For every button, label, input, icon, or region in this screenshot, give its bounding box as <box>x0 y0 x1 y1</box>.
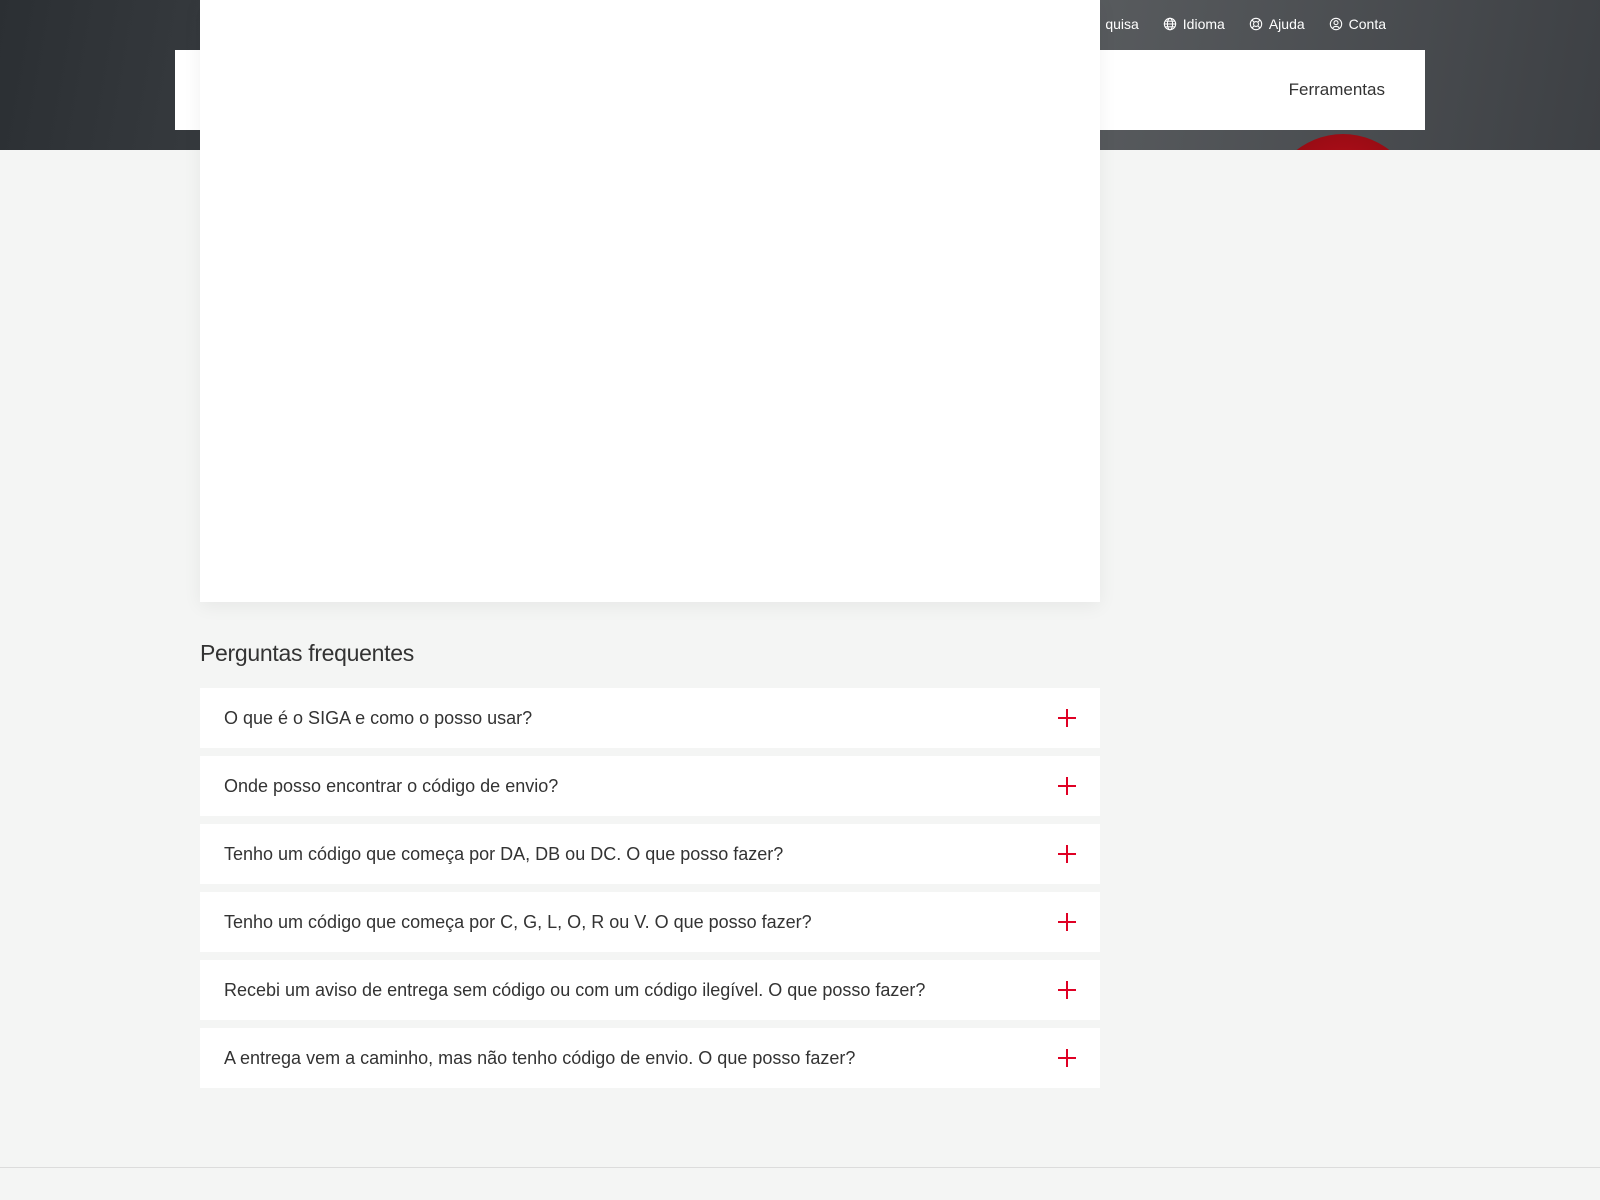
page: quisa Idioma Ajuda Conta ctt <box>0 0 1600 1200</box>
utility-search[interactable]: quisa <box>1105 16 1138 32</box>
utility-account-label: Conta <box>1348 16 1386 32</box>
faq-list: O que é o SIGA e como o posso usar? Onde… <box>200 688 1100 1096</box>
globe-icon <box>1163 17 1177 31</box>
faq-question: Onde posso encontrar o código de envio? <box>224 775 559 796</box>
utility-account[interactable]: Conta <box>1329 16 1386 32</box>
utility-language-label: Idioma <box>1182 16 1225 32</box>
faq-item[interactable]: Onde posso encontrar o código de envio? <box>200 756 1100 816</box>
faq-item[interactable]: Tenho um código que começa por C, G, L, … <box>200 892 1100 952</box>
plus-icon[interactable] <box>1058 981 1076 999</box>
utility-language[interactable]: Idioma <box>1163 16 1225 32</box>
nav-tools-link[interactable]: Ferramentas <box>1289 80 1385 100</box>
plus-icon[interactable] <box>1058 845 1076 863</box>
faq-item[interactable]: Tenho um código que começa por DA, DB ou… <box>200 824 1100 884</box>
hero-decoration <box>1268 134 1418 150</box>
footer-divider <box>0 1167 1600 1168</box>
utility-help-label: Ajuda <box>1268 16 1305 32</box>
plus-icon[interactable] <box>1058 777 1076 795</box>
faq-item[interactable]: Recebi um aviso de entrega sem código ou… <box>200 960 1100 1020</box>
user-icon <box>1329 17 1342 31</box>
faq-title: Perguntas frequentes <box>200 640 414 666</box>
help-lifebuoy-icon <box>1249 17 1263 31</box>
faq-question: Recebi um aviso de entrega sem código ou… <box>224 979 926 1000</box>
faq-question: Tenho um código que começa por C, G, L, … <box>224 911 812 932</box>
utility-search-label: quisa <box>1105 16 1139 32</box>
utility-bar: quisa Idioma Ajuda Conta <box>1105 12 1386 36</box>
utility-help[interactable]: Ajuda <box>1249 16 1305 32</box>
plus-icon[interactable] <box>1058 913 1076 931</box>
faq-question: Tenho um código que começa por DA, DB ou… <box>224 843 784 864</box>
content-card <box>200 0 1100 602</box>
plus-icon[interactable] <box>1058 1049 1076 1067</box>
faq-question: A entrega vem a caminho, mas não tenho c… <box>224 1047 856 1068</box>
faq-item[interactable]: O que é o SIGA e como o posso usar? <box>200 688 1100 748</box>
plus-icon[interactable] <box>1058 709 1076 727</box>
faq-item[interactable]: A entrega vem a caminho, mas não tenho c… <box>200 1028 1100 1088</box>
faq-question: O que é o SIGA e como o posso usar? <box>224 707 533 728</box>
